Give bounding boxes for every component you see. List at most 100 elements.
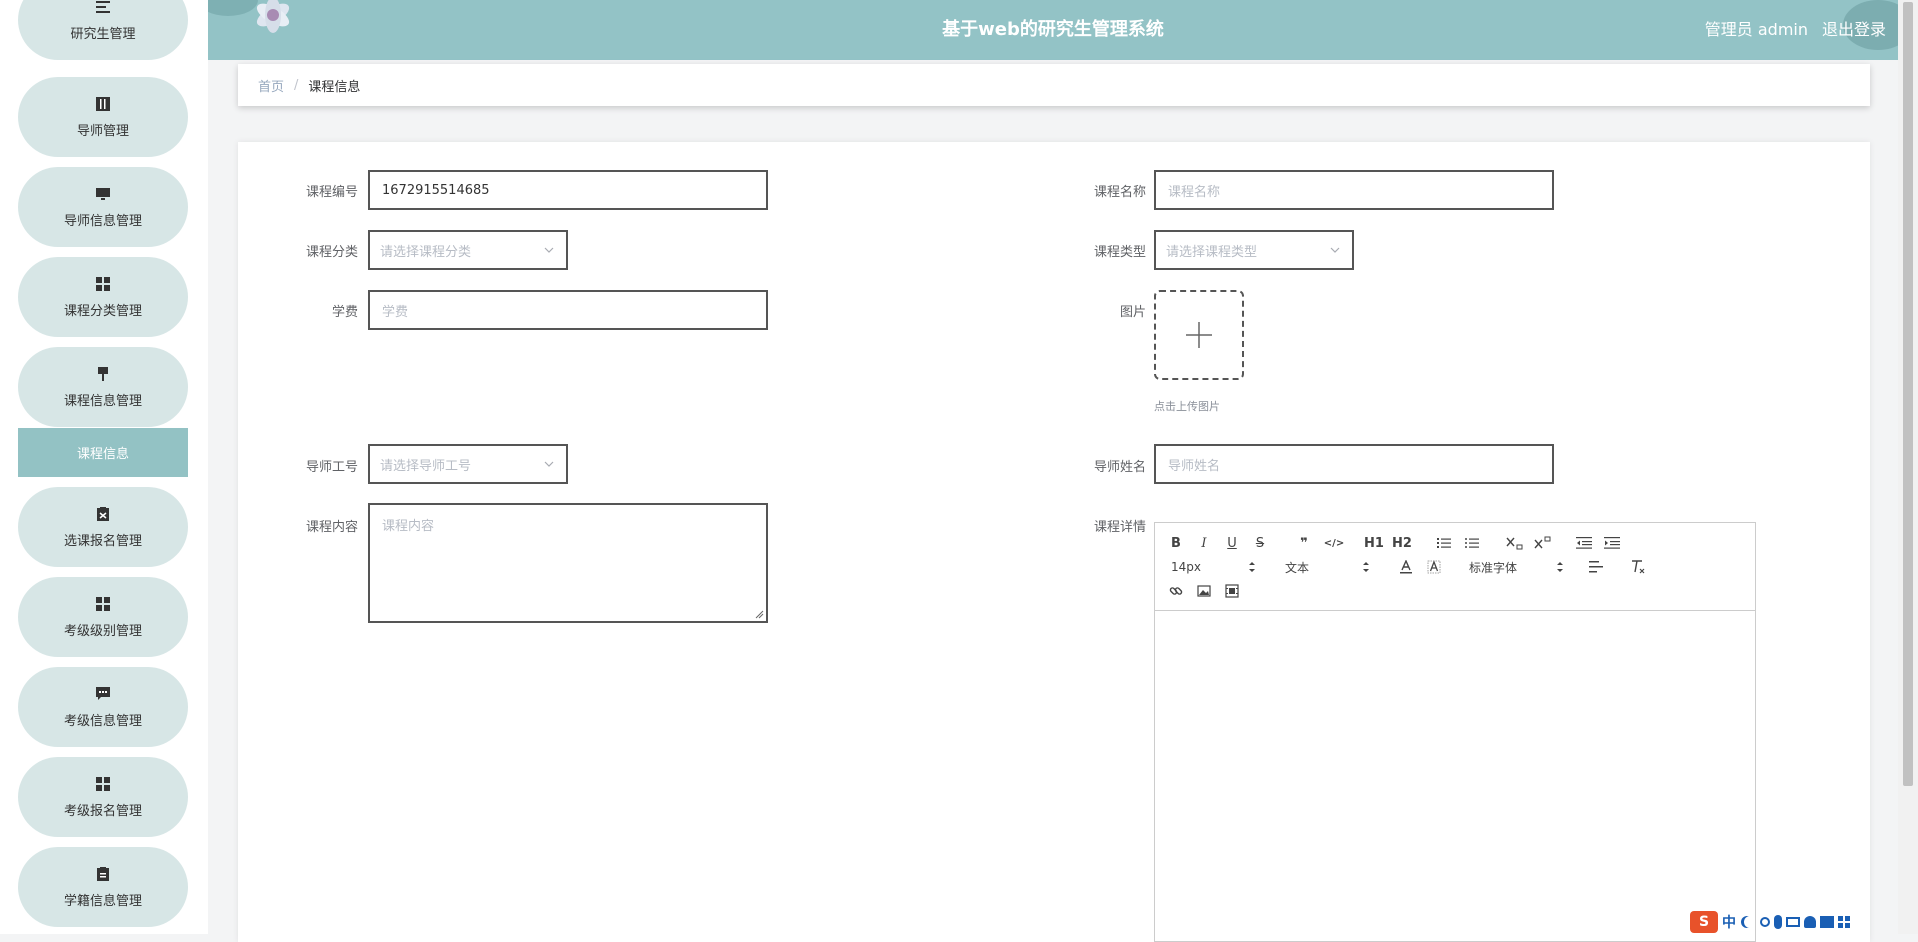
content-textarea[interactable]: 课程内容 [368,503,768,623]
menu-item-tutor[interactable]: 导师管理 [18,77,188,157]
content-placeholder: 课程内容 [382,519,435,534]
font-size-value: 14px [1171,560,1201,574]
background-color-icon [1427,560,1441,574]
user-icon[interactable] [1804,916,1816,928]
monitor-icon [95,186,111,202]
link-button[interactable] [1167,581,1185,601]
h2-button[interactable]: H2 [1391,533,1413,553]
punctuation-icon[interactable] [1760,917,1770,927]
rich-text-editor: B I U S ❞ </> H1 H2 14px 文本 标准字体 [1154,522,1756,942]
outdent-button[interactable] [1575,533,1593,553]
italic-button[interactable]: I [1195,533,1213,553]
tutor-name-input[interactable]: 导师姓名 [1154,444,1554,484]
font-color-button[interactable] [1397,557,1415,577]
clear-format-button[interactable] [1629,557,1647,577]
font-family-select[interactable]: 标准字体 [1469,557,1565,577]
ime-tray: S 中 [1690,910,1898,934]
updown-arrow-icon [1557,562,1563,572]
image-button[interactable] [1195,581,1213,601]
background-color-button[interactable] [1425,557,1443,577]
type-select[interactable]: 请选择课程类型 [1154,230,1354,270]
font-color-icon [1400,560,1412,574]
updown-arrow-icon [1363,562,1369,572]
tutor-no-label: 导师工号 [305,460,358,475]
tutor-no-select[interactable]: 请选择导师工号 [368,444,568,484]
updown-arrow-icon [1249,562,1255,572]
chevron-down-icon [544,247,554,253]
align-button[interactable] [1587,557,1605,577]
superscript-button[interactable] [1533,533,1553,553]
quote-button[interactable]: ❞ [1295,533,1313,553]
link-icon [1169,587,1183,595]
outdent-icon [1576,537,1592,549]
course-no-label: 课程编号 [305,185,358,200]
grid-icon [95,596,111,612]
grid-icon [95,276,111,292]
ordered-list-icon [1437,538,1451,548]
video-icon [1225,584,1239,598]
content-label: 课程内容 [305,520,358,535]
breadcrumb-home[interactable]: 首页 [258,76,284,95]
submenu-item-course-info[interactable]: 课程信息 [18,428,188,477]
sogou-logo-icon[interactable]: S [1690,911,1718,933]
menu-item-label: 考级报名管理 [63,803,142,819]
menu-item-exam-signup[interactable]: 考级报名管理 [18,757,188,837]
menu-item-exam-info[interactable]: 考级信息管理 [18,667,188,747]
breadcrumb: 首页 / 课程信息 [238,64,1870,106]
indent-icon [1604,537,1620,549]
type-select-placeholder: 请选择课程类型 [1166,244,1258,260]
keyboard-icon[interactable] [1786,917,1800,927]
bullet-list-button[interactable] [1463,533,1481,553]
menu-item-course-info[interactable]: 课程信息管理 [18,347,188,427]
h1-button[interactable]: H1 [1363,533,1385,553]
menu-item-course-category[interactable]: 课程分类管理 [18,257,188,337]
course-no-input[interactable]: 1672915514685 [368,170,768,210]
header: 基于web的研究生管理系统 管理员 admin 退出登录 [208,0,1898,60]
header-select[interactable]: 文本 [1285,557,1371,577]
video-button[interactable] [1223,581,1241,601]
code-button[interactable]: </> [1323,533,1345,553]
sidebar: 研究生管理 导师管理 导师信息管理 课程分类管理 课程信息管理 课程信息 选课报… [0,0,208,934]
microphone-icon[interactable] [1774,915,1782,929]
editor-toolbar: B I U S ❞ </> H1 H2 14px 文本 标准字体 [1155,523,1755,611]
menu-item-graduate[interactable]: 研究生管理 [18,0,188,60]
strike-button[interactable]: S [1251,533,1269,553]
scrollbar-thumb[interactable] [1903,2,1913,786]
clipboard-x-icon [95,506,111,522]
clear-format-icon [1632,560,1645,574]
shirt-icon[interactable] [1820,916,1834,928]
bold-button[interactable]: B [1167,533,1185,553]
ime-lang-toggle[interactable]: 中 [1722,912,1736,932]
superscript-icon [1534,536,1551,549]
editor-content-area[interactable] [1155,611,1755,941]
grid-icon [95,776,111,792]
resize-grip-icon[interactable] [754,609,764,619]
image-icon [1197,585,1211,597]
font-size-select[interactable]: 14px [1171,557,1257,577]
moon-icon[interactable] [1744,916,1756,928]
subscript-button[interactable] [1505,533,1525,553]
menu-item-label: 课程分类管理 [63,303,142,319]
bullet-list-icon [1465,538,1479,548]
indent-button[interactable] [1603,533,1621,553]
chat-icon [95,686,111,702]
fee-input[interactable]: 学费 [368,290,768,330]
menu-item-student-status[interactable]: 学籍信息管理 [18,847,188,927]
upload-tip: 点击上传图片 [1154,400,1220,413]
image-upload-button[interactable] [1154,290,1244,380]
underline-button[interactable]: U [1223,533,1241,553]
plus-icon [1186,322,1212,348]
page-scrollbar[interactable] [1898,0,1918,934]
course-name-label: 课程名称 [1093,185,1146,200]
category-select[interactable]: 请选择课程分类 [368,230,568,270]
image-label: 图片 [1119,305,1146,320]
logout-button[interactable]: 退出登录 [1822,0,1886,60]
ordered-list-button[interactable] [1435,533,1453,553]
menu-item-label: 选课报名管理 [63,533,142,549]
menu-item-enrollment[interactable]: 选课报名管理 [18,487,188,567]
category-select-placeholder: 请选择课程分类 [380,244,472,260]
course-name-input[interactable]: 课程名称 [1154,170,1554,210]
menu-item-exam-level[interactable]: 考级级别管理 [18,577,188,657]
menu-item-tutor-info[interactable]: 导师信息管理 [18,167,188,247]
apps-grid-icon[interactable] [1838,916,1850,928]
